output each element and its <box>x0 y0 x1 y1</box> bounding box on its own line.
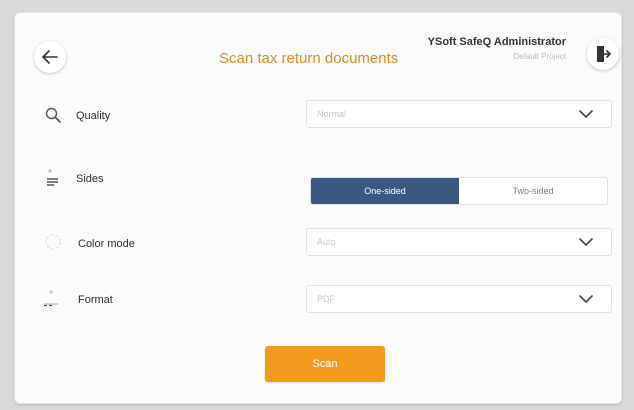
format-value: PDF <box>317 294 335 304</box>
logout-button[interactable] <box>587 38 619 70</box>
back-arrow-icon <box>42 50 58 64</box>
chevron-down-icon <box>579 238 593 246</box>
chevron-down-icon <box>579 110 593 118</box>
scan-button[interactable]: Scan <box>265 346 385 382</box>
user-name: YSoft SafeQ Administrator <box>427 36 566 48</box>
format-icon <box>42 289 60 307</box>
user-project: Default Project <box>513 52 566 61</box>
sides-icon <box>44 168 62 186</box>
search-icon <box>44 106 62 124</box>
quality-label: Quality <box>76 110 111 122</box>
logout-icon <box>597 46 611 62</box>
one-sided-option[interactable]: One-sided <box>311 178 459 204</box>
two-sided-option[interactable]: Two-sided <box>459 178 607 204</box>
color-mode-value: Auto <box>317 237 336 247</box>
color-mode-label: Color mode <box>78 238 135 250</box>
chevron-down-icon <box>579 295 593 303</box>
sides-toggle[interactable]: One-sided Two-sided <box>310 177 608 205</box>
sides-label: Sides <box>76 173 104 185</box>
color-mode-icon <box>44 233 62 251</box>
format-select[interactable]: PDF <box>306 285 612 313</box>
scan-screen: Scan tax return documents YSoft SafeQ Ad… <box>14 12 622 404</box>
quality-select[interactable]: Normal <box>306 100 612 128</box>
back-button[interactable] <box>34 41 66 73</box>
color-mode-select[interactable]: Auto <box>306 228 612 256</box>
format-label: Format <box>78 294 113 306</box>
quality-value: Normal <box>317 109 347 119</box>
page-title: Scan tax return documents <box>219 50 399 67</box>
